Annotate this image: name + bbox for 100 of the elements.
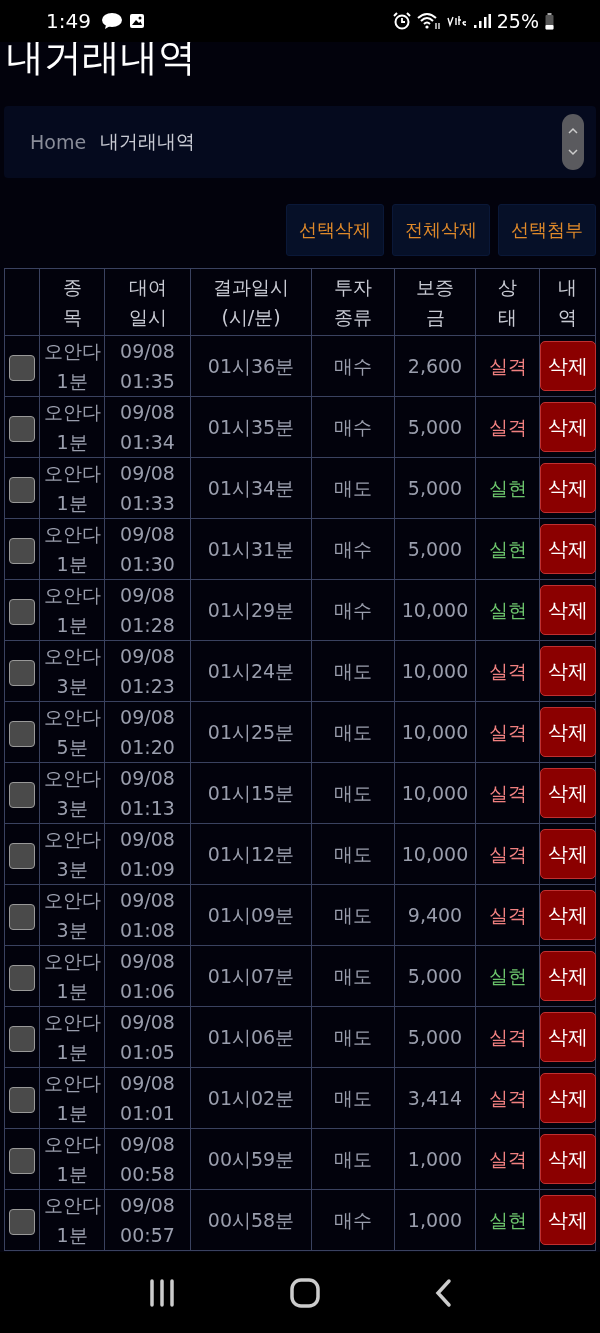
status-cell: 실격 [475, 640, 540, 702]
type-cell: 매도 [311, 1067, 395, 1129]
item-cell: 오안다 3분 [39, 823, 105, 885]
row-checkbox[interactable] [9, 476, 35, 503]
deposit-cell: 10,000 [394, 823, 476, 885]
delete-button[interactable]: 삭제 [540, 829, 596, 879]
delete-button[interactable]: 삭제 [540, 1012, 596, 1062]
deposit-cell: 10,000 [394, 640, 476, 702]
deposit-cell: 1,000 [394, 1128, 476, 1190]
delete-button[interactable]: 삭제 [540, 585, 596, 635]
type-cell: 매수 [311, 579, 395, 641]
column-header: 결과일시 (시/분) [190, 268, 312, 336]
row-checkbox[interactable] [9, 1208, 35, 1235]
delete-button[interactable]: 삭제 [540, 1073, 596, 1123]
row-checkbox[interactable] [9, 598, 35, 625]
item-cell: 오안다 1분 [39, 518, 105, 580]
chat-bubble-icon [100, 12, 123, 30]
breadcrumb-current: 내거래내역 [100, 129, 196, 154]
row-checkbox[interactable] [9, 903, 35, 930]
status-cell: 실현 [475, 1189, 540, 1251]
wifi-icon [416, 12, 441, 30]
date-cell: 09/08 01:34 [104, 396, 191, 458]
status-cell: 실격 [475, 335, 540, 397]
image-icon [128, 13, 145, 29]
deposit-cell: 5,000 [394, 1006, 476, 1068]
row-checkbox[interactable] [9, 781, 35, 808]
row-checkbox[interactable] [9, 842, 35, 869]
signal-icon [472, 13, 491, 29]
home-icon[interactable] [290, 1277, 320, 1308]
delete-button[interactable]: 삭제 [540, 890, 596, 940]
action-button[interactable]: 전체삭제 [392, 204, 490, 256]
status-cell: 실격 [475, 1006, 540, 1068]
result-time-cell: 01시35분 [190, 396, 312, 458]
row-checkbox[interactable] [9, 1025, 35, 1052]
date-cell: 09/08 01:05 [104, 1006, 191, 1068]
page-title: 내거래내역 [6, 42, 197, 81]
result-time-cell: 00시58분 [190, 1189, 312, 1251]
status-cell: 실격 [475, 1128, 540, 1190]
type-cell: 매도 [311, 1128, 395, 1190]
row-checkbox[interactable] [9, 537, 35, 564]
status-cell: 실현 [475, 579, 540, 641]
delete-button[interactable]: 삭제 [540, 646, 596, 696]
status-cell: 실격 [475, 1067, 540, 1129]
delete-button[interactable]: 삭제 [540, 1134, 596, 1184]
action-button[interactable]: 선택첨부 [498, 204, 596, 256]
delete-button[interactable]: 삭제 [540, 768, 596, 818]
breadcrumb-home-link[interactable]: Home [30, 131, 87, 153]
row-checkbox[interactable] [9, 659, 35, 686]
deposit-cell: 5,000 [394, 396, 476, 458]
column-header: 상 태 [475, 268, 540, 336]
delete-button[interactable]: 삭제 [540, 707, 596, 757]
battery-icon [545, 12, 554, 30]
type-cell: 매수 [311, 396, 395, 458]
type-cell: 매도 [311, 457, 395, 519]
delete-button[interactable]: 삭제 [540, 951, 596, 1001]
deposit-cell: 10,000 [394, 701, 476, 763]
row-checkbox[interactable] [9, 964, 35, 991]
action-button[interactable]: 선택삭제 [286, 204, 384, 256]
row-checkbox[interactable] [9, 720, 35, 747]
delete-button[interactable]: 삭제 [540, 463, 596, 513]
deposit-cell: 2,600 [394, 335, 476, 397]
row-checkbox[interactable] [9, 354, 35, 381]
item-cell: 오안다 3분 [39, 640, 105, 702]
date-cell: 09/08 01:33 [104, 457, 191, 519]
alarm-icon [392, 12, 411, 30]
delete-button[interactable]: 삭제 [540, 1195, 596, 1245]
date-cell: 09/08 01:09 [104, 823, 191, 885]
column-header: 종 목 [39, 268, 105, 336]
deposit-cell: 5,000 [394, 945, 476, 1007]
item-cell: 오안다 5분 [39, 701, 105, 763]
deposit-cell: 3,414 [394, 1067, 476, 1129]
result-time-cell: 01시31분 [190, 518, 312, 580]
type-cell: 매도 [311, 701, 395, 763]
row-checkbox[interactable] [9, 1147, 35, 1174]
date-cell: 09/08 00:57 [104, 1189, 191, 1251]
row-checkbox[interactable] [9, 1086, 35, 1113]
status-cell: 실격 [475, 762, 540, 824]
item-cell: 오안다 1분 [39, 1006, 105, 1068]
status-cell: 실현 [475, 457, 540, 519]
date-cell: 09/08 01:35 [104, 335, 191, 397]
type-cell: 매도 [311, 945, 395, 1007]
volte-icon [446, 14, 467, 28]
delete-button[interactable]: 삭제 [540, 524, 596, 574]
column-header: 투자 종류 [311, 268, 395, 336]
type-cell: 매도 [311, 884, 395, 946]
deposit-cell: 5,000 [394, 457, 476, 519]
result-time-cell: 01시34분 [190, 457, 312, 519]
back-icon[interactable] [433, 1277, 454, 1308]
item-cell: 오안다 1분 [39, 1128, 105, 1190]
scroll-handle-icon[interactable] [562, 114, 584, 170]
delete-button[interactable]: 삭제 [540, 402, 596, 452]
column-header: 보증 금 [394, 268, 476, 336]
status-cell: 실격 [475, 701, 540, 763]
date-cell: 09/08 00:58 [104, 1128, 191, 1190]
row-checkbox[interactable] [9, 415, 35, 442]
item-cell: 오안다 1분 [39, 457, 105, 519]
status-cell: 실격 [475, 884, 540, 946]
deposit-cell: 1,000 [394, 1189, 476, 1251]
delete-button[interactable]: 삭제 [540, 341, 596, 391]
date-cell: 09/08 01:30 [104, 518, 191, 580]
